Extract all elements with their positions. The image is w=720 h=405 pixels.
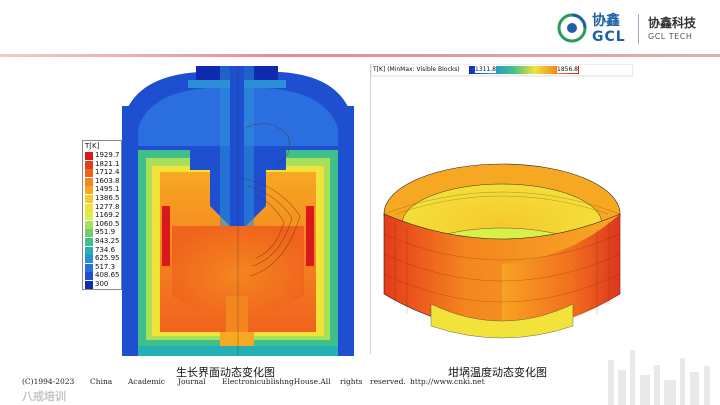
legend-swatch (85, 281, 93, 289)
footer-part: reserved. (370, 377, 406, 386)
footer-part: Journal (178, 377, 206, 386)
footer-part: ElectronicublishngHouse.All (222, 377, 331, 386)
colorbar-max: 1856.8 (557, 66, 578, 73)
logo-cn-text: 协鑫 (592, 13, 620, 29)
colorbar-min: 1311.8 (475, 66, 496, 73)
company-name-cn: 协鑫科技 (648, 16, 697, 30)
company-name-en: GCL TECH (648, 32, 693, 41)
legend-label: 300 (95, 280, 109, 288)
footer-part: China (90, 377, 113, 386)
legend-row: 300 (83, 280, 123, 289)
footer-part: Academic (128, 377, 166, 386)
header-divider (0, 54, 720, 57)
footer-link[interactable]: http://www.cnki.net (410, 377, 485, 386)
gcl-logo-icon (557, 13, 587, 43)
crucible-temperature-figure: T[K] (MinMax: Visible Blocks) 1311.8 185… (370, 63, 634, 354)
skyline-decoration (608, 350, 710, 405)
crucible-3d-image (370, 63, 634, 339)
footer-part: rights (340, 377, 363, 386)
colorbar-title: T[K] (MinMax: Visible Blocks) (373, 66, 460, 73)
logo-divider (638, 14, 639, 44)
slide: 协鑫 GCL 协鑫科技 GCL TECH T[K] 1929.7 1821.1 … (0, 0, 720, 405)
legend-title: T[K] (85, 142, 100, 150)
watermark: 八戒培训 (22, 390, 66, 403)
temperature-legend: T[K] 1929.7 1821.1 1712.4 1603.8 1495.1 1386.… (82, 140, 122, 290)
footer-part: (C)1994-2023 (22, 377, 75, 386)
company-logo: 协鑫 GCL 协鑫科技 GCL TECH (556, 8, 716, 50)
logo-en-text: GCL (592, 29, 626, 45)
